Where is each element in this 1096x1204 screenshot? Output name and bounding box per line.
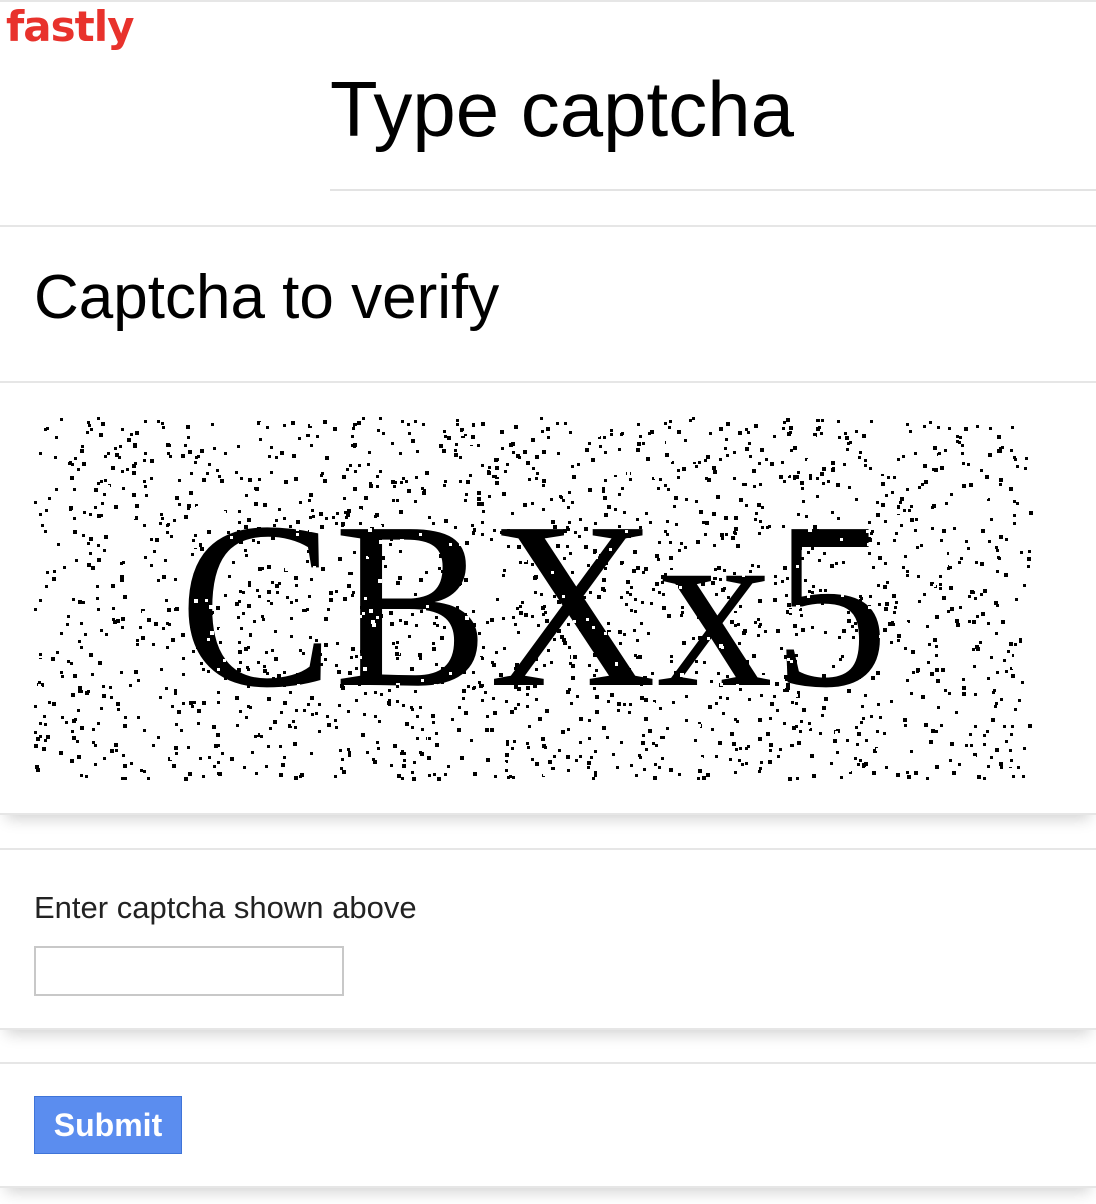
submit-button[interactable]: Submit [34, 1096, 182, 1154]
captcha-page: fastly Type captcha Captcha to verify CB… [0, 0, 1096, 1204]
fastly-logo: fastly [6, 2, 134, 51]
captcha-input-card: Enter captcha shown above [0, 848, 1096, 1030]
top-divider [0, 0, 1096, 2]
submit-card: Submit [0, 1062, 1096, 1188]
captcha-image-card: CBXx5 [0, 383, 1096, 815]
captcha-input[interactable] [34, 946, 344, 996]
page-title: Type captcha [330, 65, 794, 153]
captcha-heading: Captcha to verify [34, 263, 500, 332]
captcha-input-label: Enter captcha shown above [34, 890, 417, 925]
captcha-header-card: Captcha to verify [0, 225, 1096, 383]
title-divider [330, 189, 1096, 191]
captcha-image: CBXx5 [34, 417, 1034, 781]
